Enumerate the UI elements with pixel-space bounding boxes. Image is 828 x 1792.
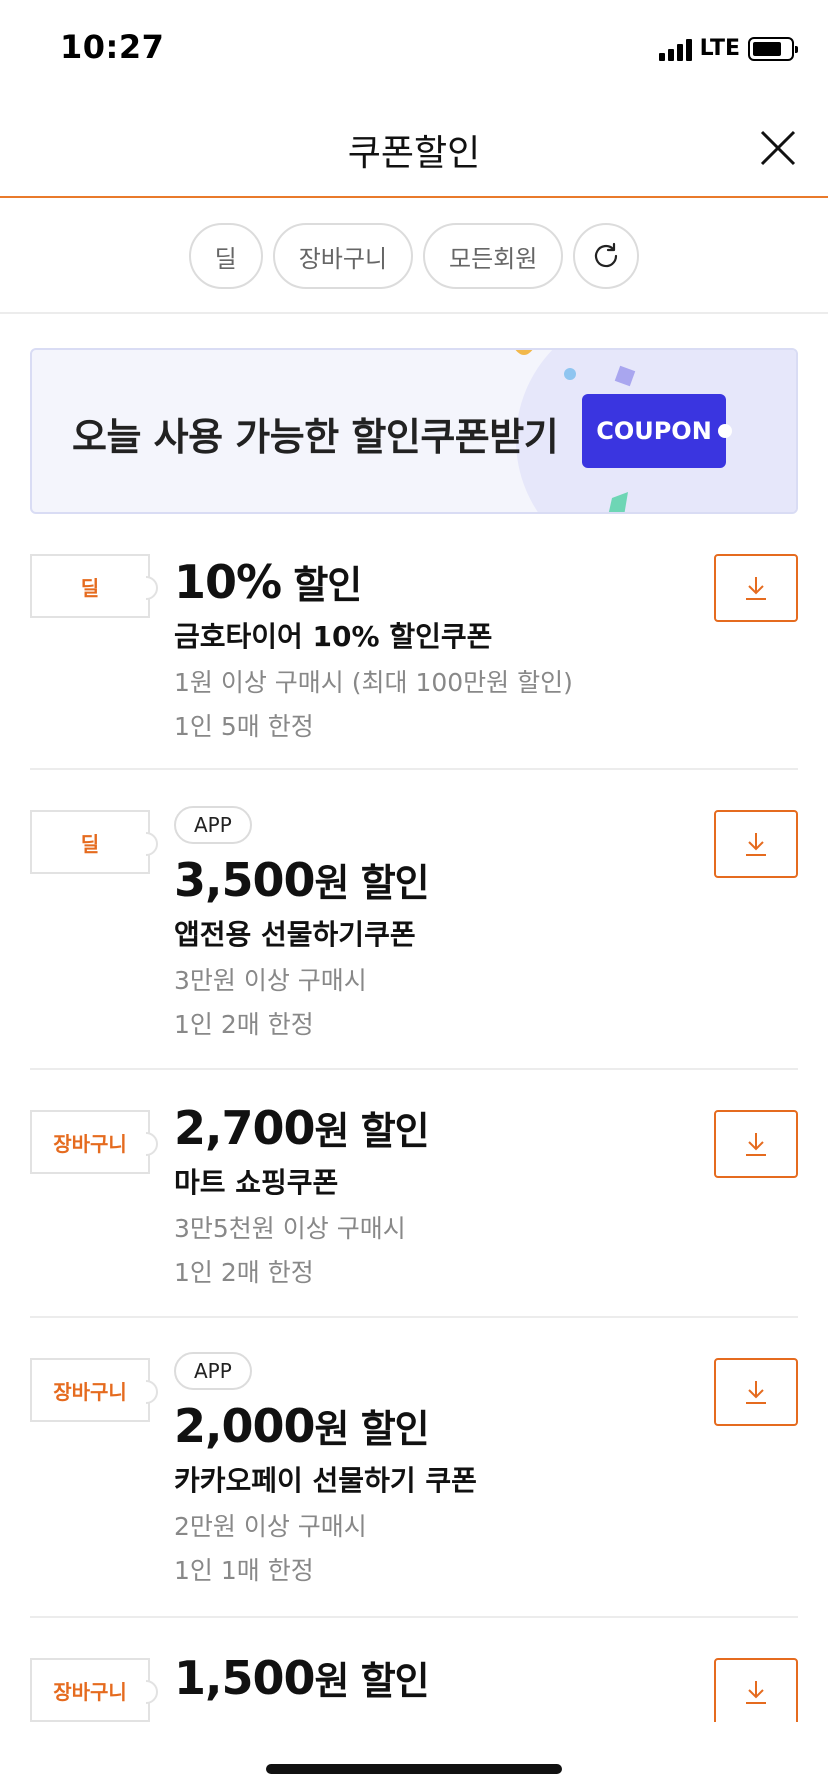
close-icon: [760, 130, 796, 166]
coupon-amount: 2,700원 할인: [174, 1100, 430, 1155]
coupon-body: APP 3,500원 할인 앱전용 선물하기쿠폰 3만원 이상 구매시 1인 2…: [174, 806, 430, 1041]
download-icon: [746, 833, 766, 856]
coupon-amount: 10% 할인: [174, 554, 573, 609]
coupon-item: 장바구니 2,700원 할인 마트 쇼핑쿠폰 3만5천원 이상 구매시 1인 2…: [30, 1070, 798, 1318]
bottom-safe-area: [0, 1722, 828, 1792]
close-button[interactable]: [758, 128, 798, 168]
coupon-type-tag: 장바구니: [30, 1358, 150, 1422]
coupon-condition: 1원 이상 구매시 (최대 100만원 할인): [174, 668, 573, 697]
coupon-item: 딜 10% 할인 금호타이어 10% 할인쿠폰 1원 이상 구매시 (최대 10…: [30, 514, 798, 770]
coupon-banner[interactable]: 오늘 사용 가능한 할인쿠폰받기 COUPON: [30, 348, 798, 514]
home-indicator[interactable]: [266, 1764, 562, 1774]
download-coupon-button[interactable]: [714, 1110, 798, 1178]
coupon-type-tag: 장바구니: [30, 1658, 150, 1722]
status-bar: 10:27 LTE: [0, 0, 828, 100]
coupon-limit: 1인 1매 한정: [174, 1556, 314, 1585]
filter-chip-deal[interactable]: 딜: [188, 223, 263, 289]
status-time: 10:27: [60, 28, 165, 66]
download-icon: [746, 577, 766, 600]
download-coupon-button[interactable]: [714, 554, 798, 622]
coupon-name: 앱전용 선물하기쿠폰: [174, 918, 416, 951]
coupon-condition: 2만원 이상 구매시: [174, 1512, 367, 1541]
page-header: 쿠폰할인: [0, 100, 828, 198]
filter-chip-all-members[interactable]: 모든회원: [423, 223, 564, 289]
refresh-icon: [595, 242, 618, 268]
coupon-body: 1,500원 할인: [174, 1650, 430, 1705]
network-label: LTE: [699, 36, 740, 61]
coupon-body: 10% 할인 금호타이어 10% 할인쿠폰 1원 이상 구매시 (최대 100만…: [174, 554, 573, 743]
app-only-badge: APP: [174, 806, 252, 844]
status-indicators: LTE: [658, 36, 798, 61]
coupon-amount-value: 2,000: [174, 1399, 316, 1453]
coupon-amount: 2,000원 할인: [174, 1398, 477, 1453]
coupon-amount-suffix: 원 할인: [314, 1407, 430, 1451]
coupon-amount-suffix: 원 할인: [314, 1109, 430, 1153]
coupon-amount-value: 10%: [174, 555, 282, 609]
banner-text: 오늘 사용 가능한 할인쿠폰받기: [72, 415, 559, 459]
coupon-amount-suffix: 원 할인: [314, 1659, 430, 1703]
filter-chip-cart[interactable]: 장바구니: [272, 223, 414, 289]
coupon-limit: 1인 2매 한정: [174, 1258, 314, 1287]
coupon-amount-suffix: 할인: [281, 563, 362, 607]
coupon-name: 금호타이어 10% 할인쿠폰: [174, 620, 493, 653]
coupon-name: 카카오페이 선물하기 쿠폰: [174, 1464, 477, 1497]
download-coupon-button[interactable]: [714, 1658, 798, 1726]
coupon-body: APP 2,000원 할인 카카오페이 선물하기 쿠폰 2만원 이상 구매시 1…: [174, 1352, 477, 1587]
download-icon: [746, 1381, 766, 1404]
coupon-amount: 1,500원 할인: [174, 1650, 430, 1705]
coupon-type-tag: 장바구니: [30, 1110, 150, 1174]
signal-icon: [658, 37, 692, 61]
coupon-amount: 3,500원 할인: [174, 852, 430, 907]
app-only-badge: APP: [174, 1352, 252, 1390]
coupon-ticket: COUPON: [582, 394, 732, 468]
refresh-button[interactable]: [573, 223, 640, 289]
filter-bar: 딜 장바구니 모든회원: [0, 200, 828, 314]
coupon-limit: 1인 2매 한정: [174, 1010, 314, 1039]
coupon-limit: 1인 5매 한정: [174, 712, 314, 741]
battery-icon: [748, 36, 798, 61]
coupon-amount-value: 3,500: [174, 853, 316, 907]
download-coupon-button[interactable]: [714, 810, 798, 878]
coupon-body: 2,700원 할인 마트 쇼핑쿠폰 3만5천원 이상 구매시 1인 2매 한정: [174, 1100, 430, 1289]
coupon-amount-value: 2,700: [174, 1101, 316, 1155]
download-icon: [746, 1681, 766, 1704]
download-coupon-button[interactable]: [714, 1358, 798, 1426]
download-icon: [746, 1133, 766, 1156]
coupon-type-tag: 딜: [30, 554, 150, 618]
coupon-amount-value: 1,500: [174, 1651, 316, 1705]
coupon-condition: 3만원 이상 구매시: [174, 966, 367, 995]
coupon-item: 장바구니 APP 2,000원 할인 카카오페이 선물하기 쿠폰 2만원 이상 …: [30, 1318, 798, 1618]
page-title: 쿠폰할인: [347, 133, 481, 174]
coupon-amount-suffix: 원 할인: [314, 861, 430, 905]
coupon-name: 마트 쇼핑쿠폰: [174, 1166, 339, 1199]
coupon-type-tag: 딜: [30, 810, 150, 874]
coupon-list: 딜 10% 할인 금호타이어 10% 할인쿠폰 1원 이상 구매시 (최대 10…: [30, 514, 798, 1792]
coupon-item: 딜 APP 3,500원 할인 앱전용 선물하기쿠폰 3만원 이상 구매시 1인…: [30, 770, 798, 1070]
coupon-condition: 3만5천원 이상 구매시: [174, 1214, 406, 1243]
